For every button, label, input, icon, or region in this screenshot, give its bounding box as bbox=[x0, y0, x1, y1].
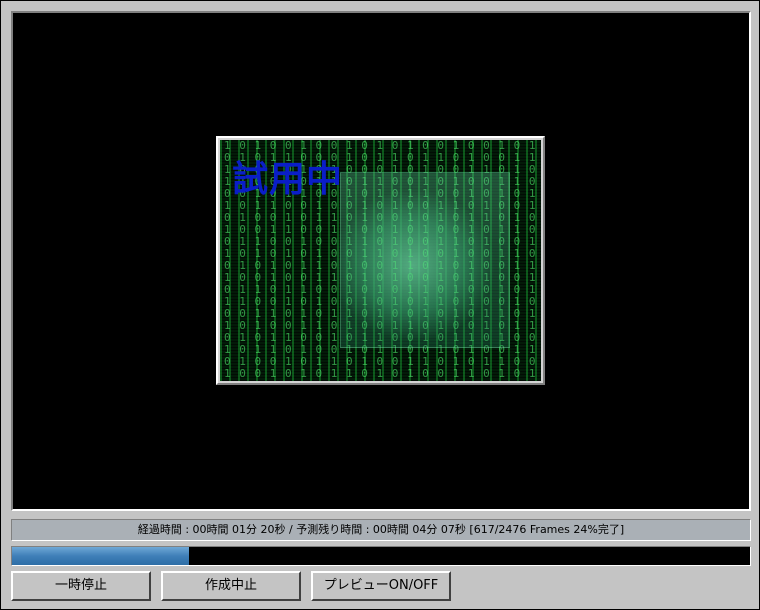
encoder-window: 1 0 1 0 0 1 0 0 1 0 1 0 1 0 0 1 0 0 1 0 … bbox=[0, 0, 760, 610]
preview-thumbnail: 1 0 1 0 0 1 0 0 1 0 1 0 1 0 0 1 0 0 1 0 … bbox=[220, 140, 541, 381]
progress-bar bbox=[11, 546, 751, 566]
preview-thumbnail-frame: 1 0 1 0 0 1 0 0 1 0 1 0 1 0 0 1 0 0 1 0 … bbox=[216, 136, 545, 385]
progress-status-text: 経過時間 : 00時間 01分 20秒 / 予測残り時間 : 00時間 04分 … bbox=[11, 519, 751, 541]
pause-button[interactable]: 一時停止 bbox=[11, 571, 151, 601]
video-preview-area: 1 0 1 0 0 1 0 0 1 0 1 0 1 0 0 1 0 0 1 0 … bbox=[11, 11, 751, 511]
progress-bar-fill bbox=[12, 547, 190, 565]
trial-watermark: 試用中 bbox=[232, 159, 344, 200]
preview-toggle-button[interactable]: プレビューON/OFF bbox=[311, 571, 451, 601]
stop-creation-button[interactable]: 作成中止 bbox=[161, 571, 301, 601]
face-image-panel bbox=[340, 172, 510, 348]
